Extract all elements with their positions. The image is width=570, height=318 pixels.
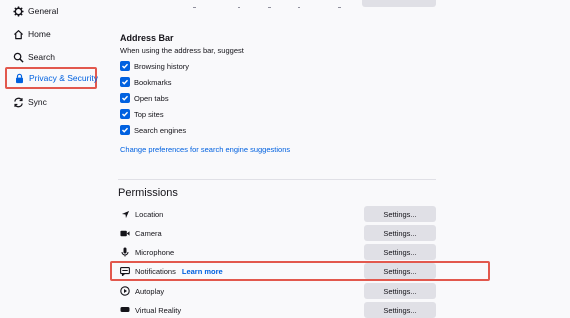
permission-label: Microphone <box>135 247 175 257</box>
cut-off-button[interactable] <box>362 0 436 7</box>
location-settings-button[interactable]: Settings... <box>364 206 436 222</box>
camera-icon <box>120 228 130 238</box>
checkbox-open-tabs[interactable]: Open tabs <box>120 92 169 104</box>
permission-label: Autoplay <box>135 286 165 296</box>
permission-label: Camera <box>135 228 162 238</box>
address-bar-subtitle: When using the address bar, suggest <box>120 46 244 55</box>
permission-row-camera: Camera Settings... <box>120 225 436 241</box>
checkbox-label: Open tabs <box>134 93 169 103</box>
checkbox-checked-icon[interactable] <box>120 93 130 103</box>
checkbox-top-sites[interactable]: Top sites <box>120 108 164 120</box>
checkbox-label: Bookmarks <box>134 77 172 87</box>
checkbox-label: Search engines <box>134 125 187 135</box>
checkbox-checked-icon[interactable] <box>120 61 130 71</box>
camera-settings-button[interactable]: Settings... <box>364 225 436 241</box>
permission-label: Virtual Reality <box>135 305 182 315</box>
permission-row-notifications: Notifications Learn more Settings... <box>120 263 436 279</box>
vr-icon <box>120 305 130 315</box>
checkbox-search-engines[interactable]: Search engines <box>120 124 186 136</box>
checkbox-browsing-history[interactable]: Browsing history <box>120 60 189 72</box>
notification-icon <box>120 266 130 276</box>
checkbox-checked-icon[interactable] <box>120 109 130 119</box>
checkbox-checked-icon[interactable] <box>120 125 130 135</box>
search-suggestions-link[interactable]: Change preferences for search engine sug… <box>120 145 290 154</box>
permission-row-location: Location Settings... <box>120 206 436 222</box>
notifications-settings-button[interactable]: Settings... <box>364 263 436 279</box>
checkbox-bookmarks[interactable]: Bookmarks <box>120 76 172 88</box>
autoplay-icon <box>120 286 130 296</box>
permission-row-virtual-reality: Virtual Reality Settings... <box>120 302 436 318</box>
permission-label: Location <box>135 209 164 219</box>
location-arrow-icon <box>120 209 130 219</box>
microphone-settings-button[interactable]: Settings... <box>364 244 436 260</box>
vr-settings-button[interactable]: Settings... <box>364 302 436 318</box>
permission-label: Notifications <box>135 266 176 276</box>
main-content: Address Bar When using the address bar, … <box>0 0 570 318</box>
section-divider <box>118 179 436 180</box>
permission-row-microphone: Microphone Settings... <box>120 244 436 260</box>
permission-row-autoplay: Autoplay Settings... <box>120 283 436 299</box>
cut-off-row <box>118 0 358 8</box>
learn-more-link[interactable]: Learn more <box>182 267 223 276</box>
checkbox-checked-icon[interactable] <box>120 77 130 87</box>
address-bar-heading: Address Bar <box>120 33 174 43</box>
checkbox-label: Top sites <box>134 109 164 119</box>
autoplay-settings-button[interactable]: Settings... <box>364 283 436 299</box>
permissions-heading: Permissions <box>118 187 178 199</box>
checkbox-label: Browsing history <box>134 61 190 71</box>
microphone-icon <box>120 247 130 257</box>
